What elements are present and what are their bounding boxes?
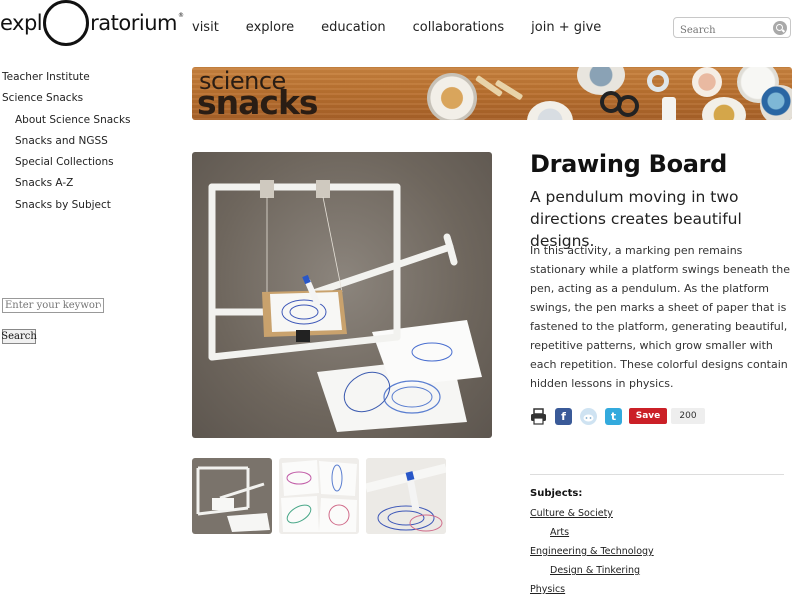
article-description: In this activity, a marking pen remains … (530, 244, 790, 390)
drawing-board-photo[interactable] (192, 152, 492, 438)
search-icon[interactable] (773, 21, 787, 35)
thumbnail-3-image (366, 458, 446, 534)
divider (530, 474, 784, 475)
site-search (673, 17, 791, 40)
sidebar-item-science-snacks[interactable]: Science Snacks (2, 91, 182, 112)
nav-education[interactable]: education (321, 20, 386, 35)
banner-text-snacks: snacks (197, 83, 319, 121)
thumbnail-2[interactable] (279, 458, 359, 534)
pinterest-count: 200 (671, 408, 705, 424)
share-bar: f t Save 200 (530, 407, 705, 425)
sidebar-item-snacks-a-z[interactable]: Snacks A-Z (2, 176, 182, 197)
nav-join-give[interactable]: join + give (531, 20, 601, 35)
string-spool-image (692, 67, 722, 97)
subjects-label: Subjects: (530, 488, 583, 499)
thumbnail-3[interactable] (366, 458, 446, 534)
subject-arts[interactable]: Arts (530, 526, 790, 545)
keyword-search-input[interactable] (2, 298, 104, 313)
tape-roll-image (647, 70, 669, 92)
sidebar-item-snacks-ngss[interactable]: Snacks and NGSS (2, 134, 182, 155)
exploratorium-logo[interactable]: expl ratorium ® (0, 0, 184, 46)
thumbnail-2-image (279, 458, 359, 534)
facebook-icon[interactable]: f (555, 407, 572, 425)
facebook-glyph: f (561, 409, 566, 423)
marbles-bowl-image (760, 85, 792, 120)
sidebar-item-special-collections[interactable]: Special Collections (2, 155, 182, 176)
left-sidebar: Teacher Institute Science Snacks About S… (1, 70, 182, 344)
logo-ring-icon (43, 0, 90, 46)
sidebar-item-about-science-snacks[interactable]: About Science Snacks (2, 113, 182, 134)
main-nav: visit explore education collaborations j… (192, 20, 628, 35)
print-icon[interactable] (530, 407, 547, 425)
page-title: Drawing Board (530, 150, 728, 178)
rubber-bands-bowl-image (427, 73, 477, 120)
science-snacks-banner[interactable]: science snacks (192, 67, 792, 120)
subject-culture-society[interactable]: Culture & Society (530, 507, 790, 526)
logo-text-right: ratorium (90, 11, 177, 35)
logo-text-left: expl (0, 11, 43, 35)
thumbnail-1-image (196, 466, 270, 532)
site-search-input[interactable] (674, 21, 768, 40)
thumbnail-1[interactable] (192, 458, 272, 534)
subjects-list: Subjects: Culture & Society Arts Enginee… (530, 488, 790, 597)
scissors-image (617, 95, 639, 117)
sidebar-item-snacks-by-subject[interactable]: Snacks by Subject (2, 198, 182, 219)
twitter-icon[interactable]: t (605, 407, 622, 425)
subject-engineering-technology[interactable]: Engineering & Technology (530, 545, 790, 564)
twitter-glyph: t (610, 409, 617, 423)
nav-collaborations[interactable]: collaborations (413, 20, 504, 35)
nav-visit[interactable]: visit (192, 20, 219, 35)
sidebar-item-teacher-institute[interactable]: Teacher Institute (2, 70, 182, 91)
glue-bottle-image (662, 97, 676, 120)
keyword-search-button[interactable]: Search (1, 329, 37, 344)
reddit-icon[interactable] (580, 407, 597, 425)
pinterest-save-button[interactable]: Save (629, 408, 667, 424)
nav-explore[interactable]: explore (246, 20, 294, 35)
subject-physics[interactable]: Physics (530, 583, 790, 597)
logo-registered-mark: ® (177, 12, 184, 19)
drawing-board-illustration (208, 180, 482, 432)
subject-design-tinkering[interactable]: Design & Tinkering (530, 564, 790, 583)
